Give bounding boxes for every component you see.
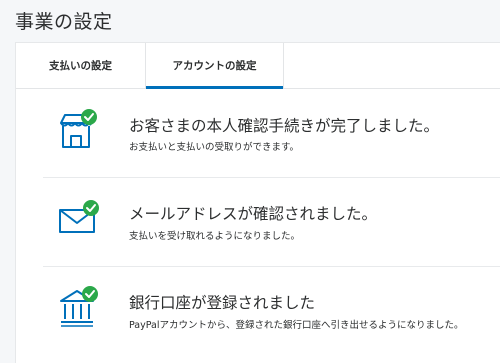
list-item-identity-verified: お客さまの本人確認手続きが完了しました。 お支払いと支払いの受取りができます。: [43, 89, 500, 178]
settings-card: 支払いの設定 アカウントの設定 お客さまの本人確認手続きが完了しました。 お支払…: [15, 42, 500, 363]
storefront-check-icon: [60, 109, 97, 148]
list-item-email-confirmed: メールアドレスが確認されました。 支払いを受け取れるようになりました。: [43, 178, 500, 267]
list-item-title: 銀行口座が登録されました: [129, 294, 316, 312]
list-item-description: PayPalアカウントから、登録された銀行口座へ引き出せるようになりました。: [129, 320, 464, 331]
tab-payment-settings[interactable]: 支払いの設定: [16, 43, 145, 88]
list-item-description: お支払いと支払いの受取りができます。: [129, 142, 300, 153]
list-item-bank-registered: 銀行口座が登録されました PayPalアカウントから、登録された銀行口座へ引き出…: [43, 267, 500, 355]
list-item-title: お客さまの本人確認手続きが完了しました。: [129, 117, 440, 135]
envelope-check-icon: [59, 200, 99, 233]
status-list: お客さまの本人確認手続きが完了しました。 お支払いと支払いの受取りができます。 …: [43, 89, 500, 355]
page-title: 事業の設定: [15, 11, 113, 33]
settings-tabs: 支払いの設定 アカウントの設定: [16, 43, 500, 89]
list-item-title: メールアドレスが確認されました。: [129, 205, 378, 223]
bank-check-icon: [60, 286, 98, 327]
list-item-description: 支払いを受け取れるようになりました。: [129, 231, 301, 242]
tab-account-settings[interactable]: アカウントの設定: [145, 43, 284, 89]
